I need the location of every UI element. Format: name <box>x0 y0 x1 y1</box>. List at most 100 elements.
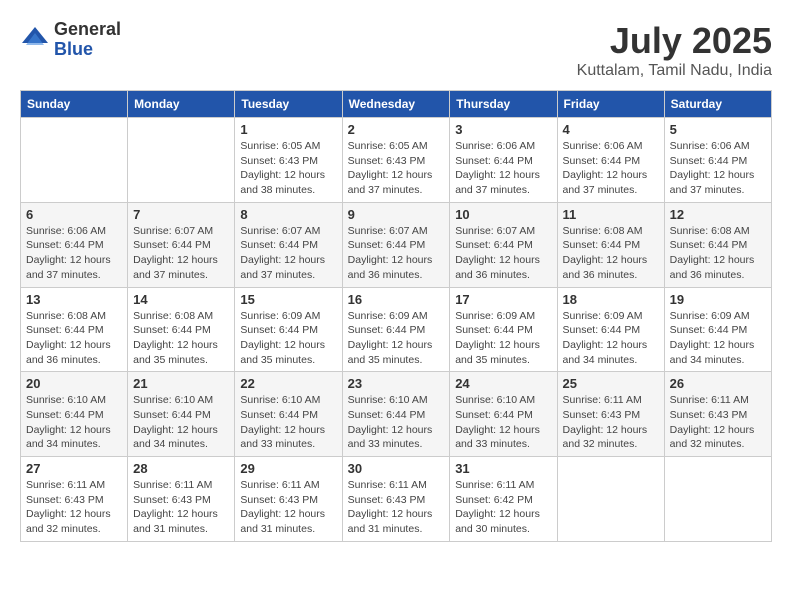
calendar-cell: 8 Sunrise: 6:07 AMSunset: 6:44 PMDaylight… <box>235 202 342 287</box>
day-detail: Sunrise: 6:10 AMSunset: 6:44 PMDaylight:… <box>26 393 122 452</box>
day-number: 30 <box>348 461 445 476</box>
day-detail: Sunrise: 6:10 AMSunset: 6:44 PMDaylight:… <box>240 393 336 452</box>
day-number: 7 <box>133 207 229 222</box>
weekday-header-row: SundayMondayTuesdayWednesdayThursdayFrid… <box>21 91 772 118</box>
day-detail: Sunrise: 6:09 AMSunset: 6:44 PMDaylight:… <box>348 309 445 368</box>
calendar-cell <box>557 457 664 542</box>
calendar-cell: 9 Sunrise: 6:07 AMSunset: 6:44 PMDaylight… <box>342 202 450 287</box>
day-detail: Sunrise: 6:05 AMSunset: 6:43 PMDaylight:… <box>240 139 336 198</box>
calendar-cell: 30 Sunrise: 6:11 AMSunset: 6:43 PMDayligh… <box>342 457 450 542</box>
day-detail: Sunrise: 6:09 AMSunset: 6:44 PMDaylight:… <box>455 309 551 368</box>
day-number: 23 <box>348 376 445 391</box>
weekday-header: Monday <box>128 91 235 118</box>
weekday-header: Wednesday <box>342 91 450 118</box>
calendar-cell: 12 Sunrise: 6:08 AMSunset: 6:44 PMDayligh… <box>664 202 771 287</box>
calendar-cell: 17 Sunrise: 6:09 AMSunset: 6:44 PMDayligh… <box>450 287 557 372</box>
day-number: 24 <box>455 376 551 391</box>
day-number: 20 <box>26 376 122 391</box>
calendar-cell: 3 Sunrise: 6:06 AMSunset: 6:44 PMDaylight… <box>450 118 557 203</box>
day-number: 3 <box>455 122 551 137</box>
day-number: 22 <box>240 376 336 391</box>
calendar-week-row: 1 Sunrise: 6:05 AMSunset: 6:43 PMDaylight… <box>21 118 772 203</box>
calendar-cell: 25Sunrise: 6:11 AMSunset: 6:43 PMDayligh… <box>557 372 664 457</box>
day-detail: Sunrise: 6:11 AMSunset: 6:43 PMDaylight:… <box>26 478 122 537</box>
day-detail: Sunrise: 6:07 AMSunset: 6:44 PMDaylight:… <box>455 224 551 283</box>
weekday-header: Sunday <box>21 91 128 118</box>
day-detail: Sunrise: 6:06 AMSunset: 6:44 PMDaylight:… <box>26 224 122 283</box>
calendar-cell: 1 Sunrise: 6:05 AMSunset: 6:43 PMDaylight… <box>235 118 342 203</box>
day-detail: Sunrise: 6:10 AMSunset: 6:44 PMDaylight:… <box>133 393 229 452</box>
day-detail: Sunrise: 6:07 AMSunset: 6:44 PMDaylight:… <box>240 224 336 283</box>
day-detail: Sunrise: 6:09 AMSunset: 6:44 PMDaylight:… <box>563 309 659 368</box>
day-detail: Sunrise: 6:07 AMSunset: 6:44 PMDaylight:… <box>348 224 445 283</box>
day-number: 26 <box>670 376 766 391</box>
day-number: 17 <box>455 292 551 307</box>
day-number: 15 <box>240 292 336 307</box>
day-number: 9 <box>348 207 445 222</box>
calendar-cell: 4 Sunrise: 6:06 AMSunset: 6:44 PMDaylight… <box>557 118 664 203</box>
day-number: 29 <box>240 461 336 476</box>
calendar-cell: 23 Sunrise: 6:10 AMSunset: 6:44 PMDayligh… <box>342 372 450 457</box>
logo: General Blue <box>20 20 121 60</box>
day-number: 4 <box>563 122 659 137</box>
day-number: 6 <box>26 207 122 222</box>
subtitle: Kuttalam, Tamil Nadu, India <box>577 62 772 80</box>
calendar-cell: 6 Sunrise: 6:06 AMSunset: 6:44 PMDaylight… <box>21 202 128 287</box>
calendar-cell: 26 Sunrise: 6:11 AMSunset: 6:43 PMDayligh… <box>664 372 771 457</box>
day-number: 21 <box>133 376 229 391</box>
day-number: 28 <box>133 461 229 476</box>
day-detail: Sunrise: 6:11 AMSunset: 6:43 PMDaylight:… <box>348 478 445 537</box>
day-number: 13 <box>26 292 122 307</box>
day-number: 27 <box>26 461 122 476</box>
day-number: 25 <box>563 376 659 391</box>
calendar-cell: 18Sunrise: 6:09 AMSunset: 6:44 PMDayligh… <box>557 287 664 372</box>
day-detail: Sunrise: 6:11 AMSunset: 6:42 PMDaylight:… <box>455 478 551 537</box>
calendar-cell: 14Sunrise: 6:08 AMSunset: 6:44 PMDayligh… <box>128 287 235 372</box>
day-number: 8 <box>240 207 336 222</box>
calendar-cell: 19 Sunrise: 6:09 AMSunset: 6:44 PMDayligh… <box>664 287 771 372</box>
calendar-cell: 16 Sunrise: 6:09 AMSunset: 6:44 PMDayligh… <box>342 287 450 372</box>
weekday-header: Saturday <box>664 91 771 118</box>
calendar-cell: 10 Sunrise: 6:07 AMSunset: 6:44 PMDayligh… <box>450 202 557 287</box>
day-detail: Sunrise: 6:11 AMSunset: 6:43 PMDaylight:… <box>133 478 229 537</box>
day-number: 11 <box>563 207 659 222</box>
calendar-cell: 21 Sunrise: 6:10 AMSunset: 6:44 PMDayligh… <box>128 372 235 457</box>
calendar-cell: 31 Sunrise: 6:11 AMSunset: 6:42 PMDayligh… <box>450 457 557 542</box>
logo-text: General Blue <box>54 20 121 60</box>
day-detail: Sunrise: 6:10 AMSunset: 6:44 PMDaylight:… <box>455 393 551 452</box>
calendar-week-row: 20 Sunrise: 6:10 AMSunset: 6:44 PMDayligh… <box>21 372 772 457</box>
calendar-cell <box>664 457 771 542</box>
day-detail: Sunrise: 6:08 AMSunset: 6:44 PMDaylight:… <box>26 309 122 368</box>
day-detail: Sunrise: 6:06 AMSunset: 6:44 PMDaylight:… <box>670 139 766 198</box>
calendar-cell: 20 Sunrise: 6:10 AMSunset: 6:44 PMDayligh… <box>21 372 128 457</box>
weekday-header: Tuesday <box>235 91 342 118</box>
day-detail: Sunrise: 6:10 AMSunset: 6:44 PMDaylight:… <box>348 393 445 452</box>
day-detail: Sunrise: 6:11 AMSunset: 6:43 PMDaylight:… <box>240 478 336 537</box>
day-number: 1 <box>240 122 336 137</box>
calendar-week-row: 13 Sunrise: 6:08 AMSunset: 6:44 PMDayligh… <box>21 287 772 372</box>
calendar-cell: 2Sunrise: 6:05 AMSunset: 6:43 PMDaylight… <box>342 118 450 203</box>
calendar-cell: 22 Sunrise: 6:10 AMSunset: 6:44 PMDayligh… <box>235 372 342 457</box>
calendar-week-row: 27 Sunrise: 6:11 AMSunset: 6:43 PMDayligh… <box>21 457 772 542</box>
calendar-cell: 28 Sunrise: 6:11 AMSunset: 6:43 PMDayligh… <box>128 457 235 542</box>
day-detail: Sunrise: 6:08 AMSunset: 6:44 PMDaylight:… <box>670 224 766 283</box>
day-detail: Sunrise: 6:11 AMSunset: 6:43 PMDaylight:… <box>670 393 766 452</box>
logo-general: General <box>54 20 121 40</box>
logo-blue: Blue <box>54 40 121 60</box>
day-detail: Sunrise: 6:09 AMSunset: 6:44 PMDaylight:… <box>240 309 336 368</box>
day-detail: Sunrise: 6:09 AMSunset: 6:44 PMDaylight:… <box>670 309 766 368</box>
day-number: 31 <box>455 461 551 476</box>
day-number: 2 <box>348 122 445 137</box>
calendar-cell: 11Sunrise: 6:08 AMSunset: 6:44 PMDayligh… <box>557 202 664 287</box>
calendar-cell: 29 Sunrise: 6:11 AMSunset: 6:43 PMDayligh… <box>235 457 342 542</box>
page-header: General Blue July 2025 Kuttalam, Tamil N… <box>20 20 772 80</box>
day-number: 12 <box>670 207 766 222</box>
day-number: 5 <box>670 122 766 137</box>
day-number: 19 <box>670 292 766 307</box>
calendar-cell: 24 Sunrise: 6:10 AMSunset: 6:44 PMDayligh… <box>450 372 557 457</box>
day-detail: Sunrise: 6:06 AMSunset: 6:44 PMDaylight:… <box>455 139 551 198</box>
day-detail: Sunrise: 6:06 AMSunset: 6:44 PMDaylight:… <box>563 139 659 198</box>
day-number: 16 <box>348 292 445 307</box>
calendar-cell <box>128 118 235 203</box>
day-number: 10 <box>455 207 551 222</box>
